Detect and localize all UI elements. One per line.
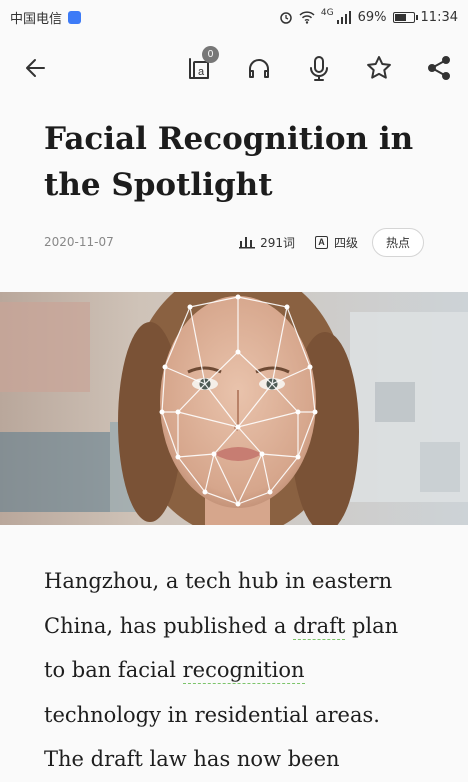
level-icon: A [314,235,328,249]
arrow-left-icon [26,59,45,77]
signal-icon [336,10,351,24]
back-button[interactable] [20,52,52,84]
carrier-app-icon [68,10,82,24]
share-button[interactable] [423,52,455,84]
battery-fill [394,13,407,21]
article-hero-image [0,292,468,525]
face-mesh-photo [0,292,468,525]
body-text-segment: technology in residential areas. The dra… [44,702,380,772]
word-count-label: 291词 [260,235,295,250]
clock: 11:34 [420,9,458,25]
article-date: 2020-11-07 [44,235,114,249]
article-body: Hangzhou, a tech hub in eastern China, h… [44,559,424,782]
vocab-word-draft[interactable]: draft [293,613,346,640]
article-page: Facial Recognition in the Spotlight 2020… [0,104,468,771]
alarm-icon [280,12,292,24]
article-title: Facial Recognition in the Spotlight [44,121,414,203]
star-icon [367,56,391,79]
wifi-icon [299,10,315,24]
carrier-label: 中国电信 [10,11,63,27]
article-toolbar: a 0 [0,38,468,98]
article-meta: 2020-11-07 291词 A 四级 热点 [44,226,424,258]
favorite-button[interactable] [363,52,395,84]
battery-icon [392,11,418,23]
level-label: 四级 [333,235,358,250]
vocab-word-recognition[interactable]: recognition [182,658,305,684]
share-icon [428,56,450,80]
difficulty-level: A 四级 [314,234,358,251]
network-type-label: 4G [320,8,334,18]
battery-percent: 69% [357,9,387,25]
svg-text:a: a [198,66,205,78]
translate-button[interactable]: a 0 [183,46,219,84]
word-count: 291词 [239,234,295,251]
record-button[interactable] [303,52,335,84]
microphone-icon [310,56,328,81]
status-bar: 中国电信 4G 69% 11:34 [0,0,468,34]
audio-button[interactable] [243,52,275,84]
topic-tag[interactable]: 热点 [371,227,424,257]
headphones-icon [249,59,269,78]
bar-chart-icon [239,237,256,249]
translate-count-badge: 0 [202,46,219,63]
